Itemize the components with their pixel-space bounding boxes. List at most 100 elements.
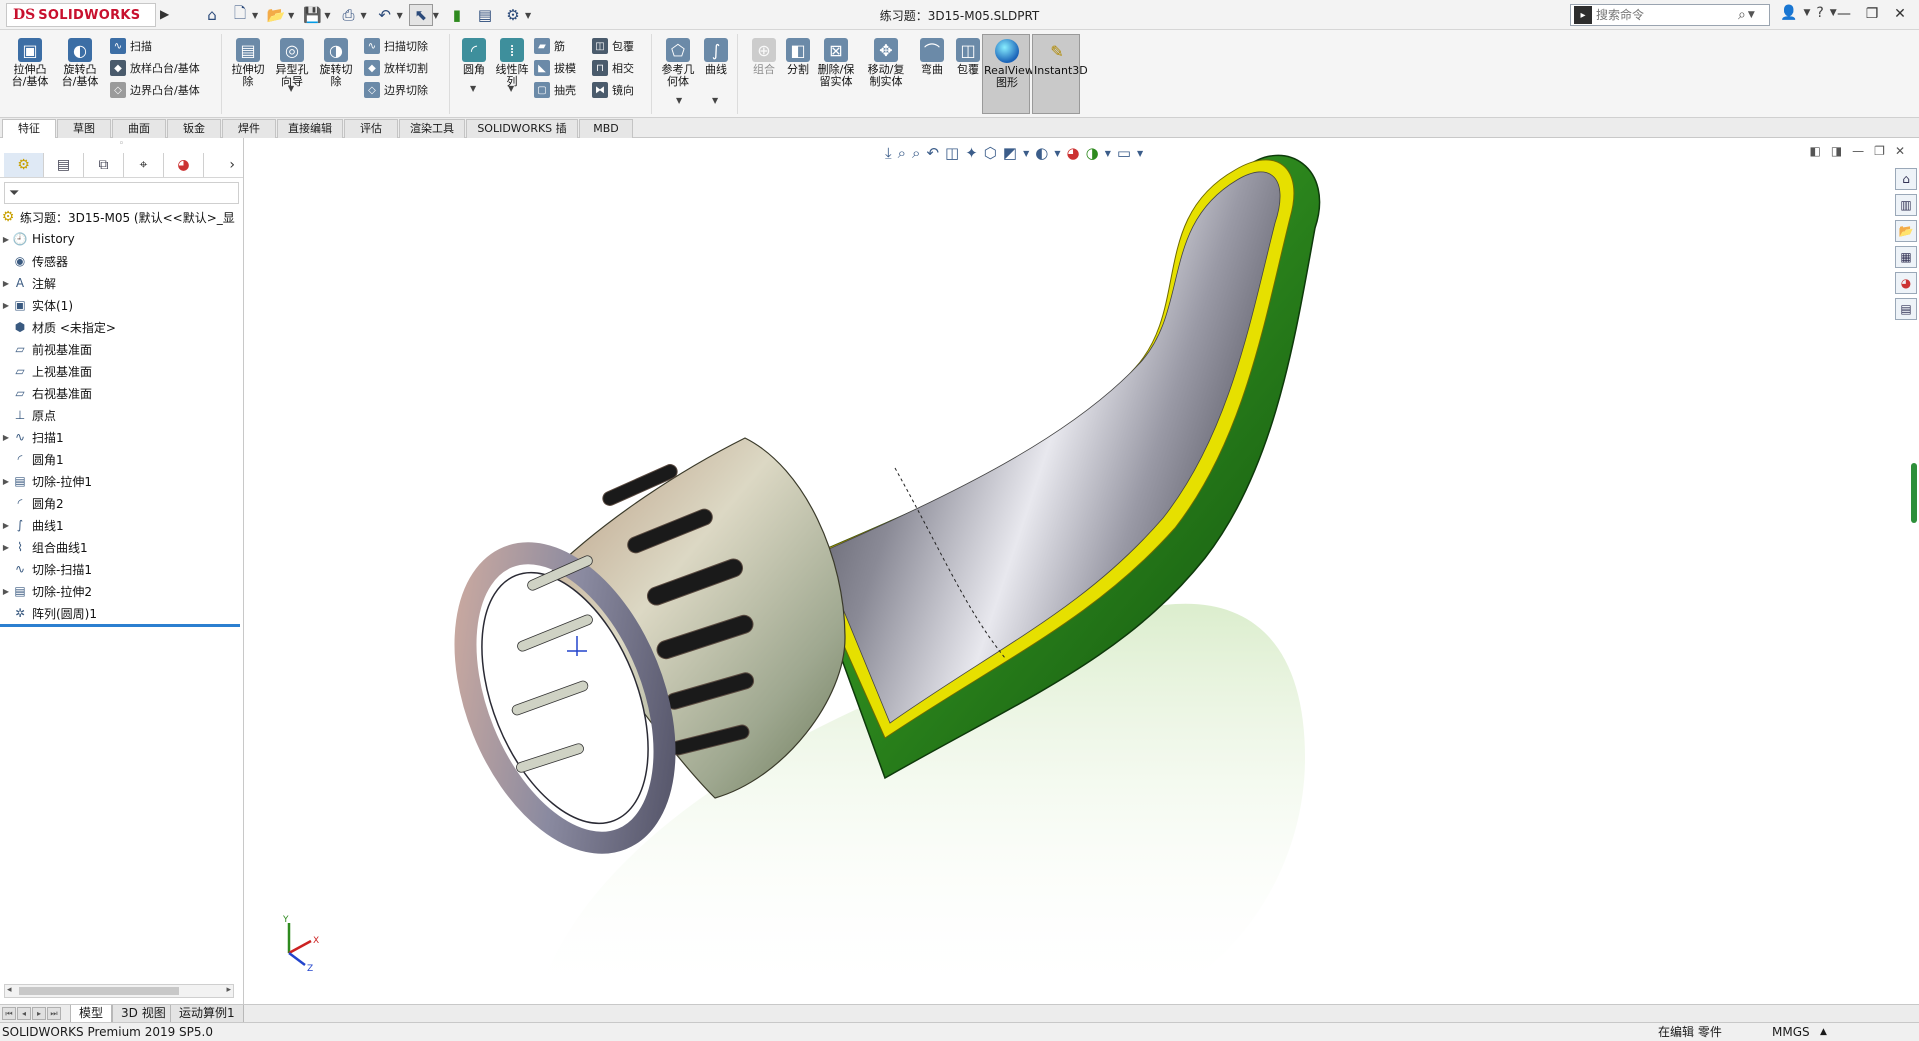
zoom-area-icon[interactable]: ⌕	[912, 144, 920, 162]
tab-surfaces[interactable]: 曲面	[112, 119, 166, 138]
user-icon[interactable]: 👤	[1780, 5, 1797, 21]
restore-icon[interactable]: ❐	[1874, 144, 1885, 158]
expand-arrow-icon[interactable]: ▶	[0, 521, 12, 530]
display-manager-tab-icon[interactable]: ◕	[164, 152, 204, 177]
tab-sketch[interactable]: 草图	[57, 119, 111, 138]
file-properties-icon[interactable]: ▤	[473, 4, 497, 26]
tab-weldments[interactable]: 焊件	[222, 119, 276, 138]
tree-filter[interactable]: ⏷	[4, 182, 239, 204]
tree-item[interactable]: ⬢ 材质 <未指定>	[0, 316, 243, 338]
tree-horizontal-scrollbar[interactable]: ◂ ▸	[4, 984, 234, 998]
realview-button[interactable]: RealView图形	[982, 34, 1034, 114]
collapse-right-icon[interactable]: ◨	[1831, 144, 1842, 158]
expand-arrow-icon[interactable]: ▶	[0, 477, 12, 486]
rollback-bar[interactable]	[0, 624, 240, 627]
search-icon[interactable]: ⌕	[1738, 7, 1746, 23]
tab-solidworks-addins[interactable]: SOLIDWORKS 插件	[466, 119, 578, 152]
revolve-cut-button[interactable]: ◑ 旋转切除	[314, 38, 358, 88]
tab-mbd[interactable]: MBD	[579, 119, 633, 138]
scroll-right-icon[interactable]: ▸	[226, 985, 231, 995]
chevron-down-icon[interactable]: ▼	[288, 84, 294, 93]
next-tab-icon[interactable]: ▸	[32, 1007, 46, 1020]
chevron-down-icon[interactable]: ▼	[252, 11, 258, 20]
home-icon[interactable]: ⌂	[1895, 168, 1917, 190]
section-view-icon[interactable]: ◫	[945, 144, 959, 162]
dimxpert-tab-icon[interactable]: ⌖	[124, 152, 164, 177]
chevron-down-icon[interactable]: ▼	[470, 84, 476, 93]
restore-icon[interactable]: ❐	[1859, 3, 1885, 25]
tab-sheet-metal[interactable]: 钣金	[167, 119, 221, 138]
expand-arrow-icon[interactable]: ▶	[0, 235, 12, 244]
edit-appearance-icon[interactable]: ◕	[1067, 144, 1080, 162]
hide-show-items-icon[interactable]: ◐	[1035, 144, 1048, 162]
previous-view-icon[interactable]: ↶	[926, 144, 939, 162]
draft-button[interactable]: ◣ 拔模	[534, 58, 576, 78]
extrude-boss-button[interactable]: ▣ 拉伸凸台/基体	[8, 38, 52, 88]
chevron-down-icon[interactable]: ▼	[1023, 149, 1029, 158]
tree-item[interactable]: ▶ 🕘 History	[0, 228, 243, 250]
print-icon[interactable]: ⎙	[336, 4, 360, 26]
tree-item[interactable]: ◉ 传感器	[0, 250, 243, 272]
tree-item[interactable]: ▶ ▣ 实体(1)	[0, 294, 243, 316]
tab-motion-study[interactable]: 运动算例1	[170, 1005, 244, 1023]
gear-icon[interactable]: ⚙	[501, 4, 525, 26]
solidworks-logo[interactable]: DS SOLIDWORKS	[6, 3, 156, 27]
prev-tab-icon[interactable]: ◂	[17, 1007, 31, 1020]
unit-system[interactable]: MMGS	[1772, 1023, 1810, 1041]
open-icon[interactable]: 📂	[264, 4, 288, 26]
scroll-thumb[interactable]	[19, 987, 179, 995]
chevron-down-icon[interactable]: ▼	[1748, 10, 1755, 20]
intersect-button[interactable]: ⊓ 相交	[592, 58, 634, 78]
dynamic-annotation-icon[interactable]: ✦	[965, 144, 978, 162]
search-input[interactable]	[1596, 8, 1736, 22]
tree-item[interactable]: ▱ 右视基准面	[0, 382, 243, 404]
tree-item[interactable]: ▶ ∿ 扫描1	[0, 426, 243, 448]
new-icon[interactable]: 🗋	[228, 4, 252, 26]
tab-features[interactable]: 特征	[2, 119, 56, 139]
move-copy-body-button[interactable]: ✥ 移动/复制实体	[864, 38, 908, 88]
task-pane-scroll-handle[interactable]	[1911, 463, 1917, 523]
delete-keep-body-button[interactable]: ⊠ 删除/保留实体	[814, 38, 858, 88]
custom-properties-icon[interactable]: ▤	[1895, 298, 1917, 320]
revolve-boss-button[interactable]: ◐ 旋转凸台/基体	[58, 38, 102, 88]
tab-3d-view[interactable]: 3D 视图	[112, 1005, 175, 1023]
chevron-right-icon[interactable]: ›	[229, 157, 235, 173]
chevron-down-icon[interactable]: ▼	[288, 11, 294, 20]
tree-item[interactable]: ◜ 圆角1	[0, 448, 243, 470]
appearances-icon[interactable]: ◕	[1895, 272, 1917, 294]
rib-button[interactable]: ▰ 筋	[534, 36, 565, 56]
view-orientation-cube-icon[interactable]: ⬡	[984, 144, 997, 162]
tree-item[interactable]: ▶ ▤ 切除-拉伸2	[0, 580, 243, 602]
close-icon[interactable]: ✕	[1895, 144, 1905, 158]
zoom-to-fit-icon[interactable]: ⌕	[898, 144, 906, 162]
minimize-icon[interactable]: —	[1852, 144, 1864, 158]
tree-root-part[interactable]: ⚙ 练习题：3D15-M05 (默认<<默认>_显	[0, 206, 243, 228]
design-library-icon[interactable]: ▥	[1895, 194, 1917, 216]
tab-render-tools[interactable]: 渲染工具	[399, 119, 465, 138]
chevron-down-icon[interactable]: ▼	[676, 96, 682, 105]
expand-arrow-icon[interactable]: ▶	[0, 433, 12, 442]
home-icon[interactable]: ⌂	[200, 4, 224, 26]
chevron-up-icon[interactable]: ▲	[1820, 1023, 1827, 1041]
first-tab-icon[interactable]: ⏮	[2, 1007, 16, 1020]
tree-item[interactable]: ▶ ∫ 曲线1	[0, 514, 243, 536]
chevron-down-icon[interactable]: ▼	[525, 11, 531, 20]
mirror-button[interactable]: ⧓ 镜向	[592, 80, 634, 100]
menu-expand-icon[interactable]: ▶	[160, 7, 169, 21]
expand-arrow-icon[interactable]: ▶	[0, 543, 12, 552]
chevron-down-icon[interactable]: ▼	[360, 11, 366, 20]
tree-item[interactable]: ▱ 前视基准面	[0, 338, 243, 360]
view-settings-icon[interactable]: ▭	[1117, 144, 1131, 162]
select-icon[interactable]: ⬉	[408, 4, 433, 26]
close-icon[interactable]: ✕	[1887, 3, 1913, 25]
minimize-icon[interactable]: —	[1831, 3, 1857, 25]
chevron-down-icon[interactable]: ▼	[712, 96, 718, 105]
chevron-down-icon[interactable]: ▼	[433, 11, 439, 20]
tree-item[interactable]: ✲ 阵列(圆周)1	[0, 602, 243, 624]
lofted-cut-button[interactable]: ◆ 放样切割	[364, 58, 428, 78]
expand-arrow-icon[interactable]: ▶	[0, 301, 12, 310]
hole-wizard-button[interactable]: ◎ 异型孔向导	[270, 38, 314, 88]
chevron-down-icon[interactable]: ▼	[1137, 149, 1143, 158]
chevron-down-icon[interactable]: ▼	[1803, 8, 1810, 18]
chevron-down-icon[interactable]: ▼	[1105, 149, 1111, 158]
